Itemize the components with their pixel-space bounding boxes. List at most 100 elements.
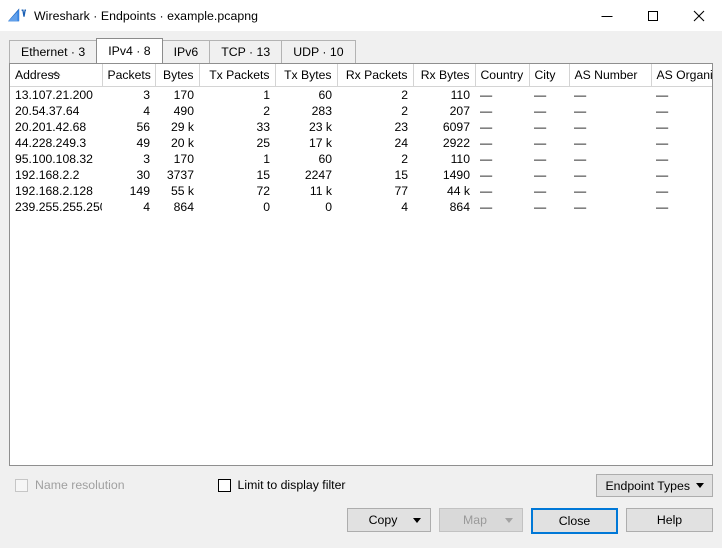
cell-tx-bytes: 17 k: [308, 135, 332, 150]
wireshark-fin-icon: [7, 7, 26, 24]
cell-bytes: 490: [173, 103, 194, 118]
cell-city: —: [534, 151, 547, 166]
cell-country: —: [480, 199, 493, 214]
table-row[interactable]: 192.168.2.2 30 3737 15 2247 15 1490 — — — —: [10, 167, 712, 183]
endpoint-types-label: Endpoint Types: [605, 478, 690, 493]
table-row[interactable]: 95.100.108.32 3 170 1 60 2 110 — — — —: [10, 151, 712, 167]
cell-tx-bytes: 0: [325, 199, 332, 214]
cell-as-organization: —: [656, 119, 669, 134]
column-header-as-organization[interactable]: AS Organization: [651, 64, 712, 87]
cell-tx-bytes: 11 k: [309, 183, 332, 198]
checkbox-box: [217, 478, 231, 492]
column-header-city[interactable]: City: [529, 64, 570, 87]
tab-udp[interactable]: UDP · 10: [281, 40, 356, 63]
cell-address: 239.255.255.250: [15, 199, 102, 214]
cell-rx-packets: 2: [401, 103, 408, 118]
dialog-button-bar: Copy Map Close Help: [0, 504, 722, 548]
cell-tx-packets: 1: [263, 151, 270, 166]
cell-rx-bytes: 44 k: [446, 183, 470, 198]
cell-tx-packets: 0: [263, 199, 270, 214]
cell-address: 20.201.42.68: [15, 119, 87, 134]
column-header-tx-bytes[interactable]: Tx Bytes: [275, 64, 338, 87]
window-title: Wireshark · Endpoints · example.pcapng: [34, 8, 259, 23]
column-header-rx-bytes[interactable]: Rx Bytes: [413, 64, 476, 87]
copy-button-label: Copy: [368, 513, 398, 527]
cell-rx-packets: 15: [394, 167, 408, 182]
cell-packets: 30: [136, 167, 150, 182]
cell-address: 192.168.2.2: [15, 167, 80, 182]
cell-rx-packets: 24: [394, 135, 408, 150]
copy-button[interactable]: Copy: [347, 508, 431, 532]
minimize-icon[interactable]: [584, 0, 630, 31]
cell-as-organization: —: [656, 87, 669, 102]
cell-rx-bytes: 6097: [442, 119, 470, 134]
cell-as-organization: —: [656, 135, 669, 150]
table-row[interactable]: 192.168.2.128 149 55 k 72 11 k 77 44 k — — — —: [10, 183, 712, 199]
column-header-rx-packets[interactable]: Rx Packets: [337, 64, 414, 87]
name-resolution-checkbox[interactable]: Name resolution: [15, 478, 125, 492]
column-header-tx-packets[interactable]: Tx Packets: [199, 64, 276, 87]
limit-to-display-filter-checkbox[interactable]: Limit to display filter: [217, 478, 346, 492]
caret-down-icon: [413, 517, 421, 523]
cell-address: 192.168.2.128: [15, 183, 93, 198]
tab-ethernet[interactable]: Ethernet · 3: [9, 40, 98, 63]
column-header-packets[interactable]: Packets: [102, 64, 156, 87]
cell-bytes: 864: [173, 199, 194, 214]
window-controls: [584, 0, 722, 31]
cell-rx-packets: 2: [401, 87, 408, 102]
cell-rx-bytes: 110: [450, 87, 470, 102]
cell-as-organization: —: [656, 199, 669, 214]
cell-tx-packets: 25: [256, 135, 270, 150]
map-button: Map: [439, 508, 523, 532]
cell-rx-bytes: 864: [449, 199, 470, 214]
table-row[interactable]: 20.201.42.68 56 29 k 33 23 k 23 6097 — — — —: [10, 119, 712, 135]
caret-down-icon: [505, 517, 513, 523]
column-header-bytes[interactable]: Bytes: [155, 64, 200, 87]
table-row[interactable]: 13.107.21.200 3 170 1 60 2 110 — — — —: [10, 86, 712, 103]
tab-tcp[interactable]: TCP · 13: [209, 40, 283, 63]
tab-strip: Ethernet · 3 IPv4 · 8 IPv6 TCP · 13 UDP …: [9, 38, 722, 63]
table-row[interactable]: 20.54.37.64 4 490 2 283 2 207 — — — —: [10, 103, 712, 119]
cell-tx-bytes: 60: [318, 151, 332, 166]
column-header-country[interactable]: Country: [475, 64, 530, 87]
column-header-as-number[interactable]: AS Number: [569, 64, 652, 87]
cell-packets: 149: [129, 183, 150, 198]
cell-bytes: 170: [173, 151, 194, 166]
maximize-icon[interactable]: [630, 0, 676, 31]
cell-packets: 4: [143, 199, 150, 214]
cell-address: 95.100.108.32: [15, 151, 93, 166]
cell-as-number: —: [574, 103, 587, 118]
cell-rx-packets: 2: [401, 151, 408, 166]
cell-packets: 4: [143, 103, 150, 118]
close-button[interactable]: Close: [531, 508, 618, 534]
endpoint-types-button[interactable]: Endpoint Types: [596, 474, 713, 497]
checkbox-box: [15, 478, 28, 492]
table-row[interactable]: 44.228.249.3 49 20 k 25 17 k 24 2922 — — — —: [10, 135, 712, 151]
cell-bytes: 20 k: [170, 135, 194, 150]
cell-tx-packets: 72: [256, 183, 270, 198]
close-icon[interactable]: [676, 0, 722, 31]
name-resolution-label: Name resolution: [35, 478, 125, 492]
cell-as-number: —: [574, 135, 587, 150]
column-header-address[interactable]: Address: [10, 64, 103, 87]
copy-dropdown-arrow[interactable]: [404, 517, 430, 523]
tab-ipv4[interactable]: IPv4 · 8: [96, 38, 163, 63]
caret-up-icon: [51, 65, 61, 76]
cell-rx-packets: 77: [394, 183, 408, 198]
tab-ipv6[interactable]: IPv6: [161, 40, 211, 63]
cell-bytes: 170: [173, 87, 194, 102]
cell-as-organization: —: [656, 103, 669, 118]
cell-as-organization: —: [656, 151, 669, 166]
help-button[interactable]: Help: [626, 508, 713, 532]
cell-country: —: [480, 167, 493, 182]
cell-as-number: —: [574, 199, 587, 214]
table-row[interactable]: 239.255.255.250 4 864 0 0 4 864 — — — —: [10, 199, 712, 215]
endpoints-table-panel[interactable]: Address Packets Bytes Tx Packets Tx Byte…: [9, 63, 713, 466]
title-bar: Wireshark · Endpoints · example.pcapng: [0, 0, 722, 31]
cell-country: —: [480, 103, 493, 118]
cell-tx-bytes: 283: [311, 103, 332, 118]
cell-as-number: —: [574, 87, 587, 102]
cell-city: —: [534, 119, 547, 134]
caret-down-icon: [696, 483, 704, 488]
cell-tx-bytes: 60: [318, 87, 332, 102]
